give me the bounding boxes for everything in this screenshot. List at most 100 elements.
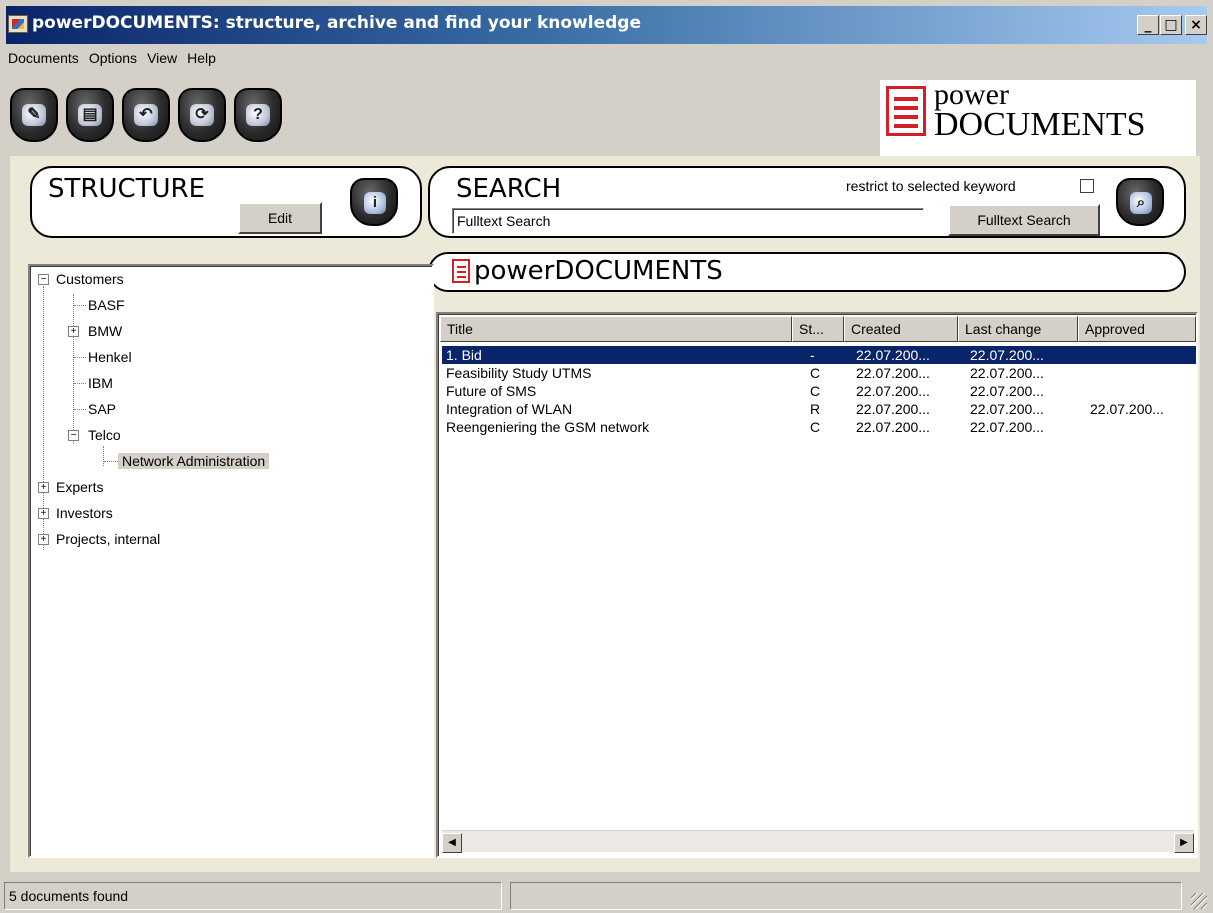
tree-node-experts[interactable]: + Experts [36, 474, 103, 500]
expand-icon[interactable]: + [38, 534, 49, 545]
search-icon: ⌕ [1130, 192, 1152, 214]
cell-status: C [810, 419, 821, 435]
toolbar: ✎ ▤ ↶ ⟳ ? [10, 88, 282, 142]
maximize-button[interactable]: □ [1160, 15, 1182, 35]
menu-options[interactable]: Options [87, 48, 145, 70]
table-row[interactable]: Feasibility Study UTMS C 22.07.200... 22… [442, 364, 1196, 382]
collapse-icon[interactable]: − [68, 430, 79, 441]
cell-title: Integration of WLAN [446, 401, 573, 417]
menu-documents[interactable]: Documents [6, 48, 87, 70]
cell-title: Future of SMS [446, 383, 537, 399]
column-header-status[interactable]: St... [792, 316, 844, 342]
help-icon: ? [246, 104, 270, 126]
column-header-approved[interactable]: Approved [1078, 316, 1196, 342]
search-go-button[interactable]: ⌕ [1116, 178, 1164, 226]
tree-label-experts: Experts [56, 479, 104, 495]
tree-label-projects-internal: Projects, internal [56, 531, 161, 547]
tree-node-projects-internal[interactable]: + Projects, internal [36, 526, 160, 552]
scroll-left-icon[interactable]: ◀ [442, 833, 462, 853]
tree-node-henkel[interactable]: Henkel [88, 344, 132, 370]
structure-tree[interactable]: − Customers BASF + BMW Henkel IBM SAP − … [28, 264, 434, 858]
menu-bar: Documents Options View Help [6, 48, 224, 70]
main-area: STRUCTURE Edit i SEARCH restrict to sele… [10, 156, 1200, 872]
fulltext-search-button[interactable]: Fulltext Search [948, 204, 1100, 236]
table-row[interactable]: 1. Bid - 22.07.200... 22.07.200... [441, 345, 1196, 365]
expand-icon[interactable]: + [38, 482, 49, 493]
refresh-button[interactable]: ⟳ [178, 88, 226, 142]
table-row[interactable]: Future of SMS C 22.07.200... 22.07.200..… [442, 382, 1196, 400]
table-row[interactable]: Integration of WLAN R 22.07.200... 22.07… [442, 400, 1196, 418]
folder-banner-label: powerDOCUMENTS [474, 256, 723, 286]
cell-created: 22.07.200... [856, 419, 930, 435]
expand-icon[interactable]: + [68, 326, 79, 337]
tree-node-ibm[interactable]: IBM [88, 370, 113, 396]
back-button[interactable]: ↶ [122, 88, 170, 142]
help-button[interactable]: ? [234, 88, 282, 142]
info-button[interactable]: i [350, 178, 398, 226]
back-icon: ↶ [134, 104, 158, 126]
cell-created: 22.07.200... [856, 365, 930, 381]
cell-title: Reengeniering the GSM network [446, 419, 650, 435]
restrict-checkbox[interactable] [1080, 179, 1094, 193]
app-icon[interactable] [8, 15, 28, 33]
cell-created: 22.07.200... [856, 383, 930, 399]
minimize-button[interactable]: _ [1137, 15, 1159, 35]
structure-title: STRUCTURE [48, 174, 206, 204]
document-list[interactable]: Title St... Created Last change Approved… [436, 312, 1198, 858]
cell-last-change: 22.07.200... [970, 401, 1044, 417]
resize-grip-icon[interactable] [1191, 893, 1207, 909]
document-button[interactable]: ▤ [66, 88, 114, 142]
tree-label-telco: Telco [88, 427, 121, 443]
write-button[interactable]: ✎ [10, 88, 58, 142]
tree-label-bmw: BMW [88, 323, 123, 339]
cell-last-change: 22.07.200... [970, 365, 1044, 381]
title-bar: powerDOCUMENTS: structure, archive and f… [0, 0, 1213, 44]
cell-status: R [810, 401, 821, 417]
menu-view[interactable]: View [145, 48, 185, 70]
tree-label-network-administration: Network Administration [118, 453, 270, 469]
tree-node-basf[interactable]: BASF [88, 292, 125, 318]
tree-node-customers[interactable]: − Customers [36, 266, 124, 292]
tree-label-investors: Investors [56, 505, 113, 521]
table-row[interactable]: Reengeniering the GSM network C 22.07.20… [442, 418, 1196, 436]
logo-document-icon [886, 86, 926, 136]
column-header-title[interactable]: Title [440, 316, 792, 342]
tree-node-investors[interactable]: + Investors [36, 500, 113, 526]
cell-status: - [810, 347, 815, 363]
tree-node-sap[interactable]: SAP [88, 396, 116, 422]
expand-icon[interactable]: + [38, 508, 49, 519]
tree-label-customers: Customers [56, 271, 124, 287]
scroll-right-icon[interactable]: ▶ [1174, 833, 1194, 853]
document-icon: ▤ [78, 104, 102, 126]
status-documents-found: 5 documents found [4, 882, 502, 910]
collapse-icon[interactable]: − [38, 274, 49, 285]
cell-approved: 22.07.200... [1090, 401, 1164, 417]
cell-created: 22.07.200... [856, 401, 930, 417]
cell-title: Feasibility Study UTMS [446, 365, 592, 381]
tree-node-telco[interactable]: − Telco [66, 422, 121, 448]
cell-last-change: 22.07.200... [970, 383, 1044, 399]
edit-button[interactable]: Edit [238, 202, 322, 234]
logo-text-documents: DOCUMENTS [934, 106, 1146, 143]
horizontal-scrollbar[interactable]: ◀ ▶ [442, 830, 1194, 853]
tree-node-network-administration[interactable]: Network Administration [118, 448, 270, 474]
cell-created: 22.07.200... [856, 347, 930, 363]
menu-help[interactable]: Help [185, 48, 224, 70]
search-input[interactable]: Fulltext Search [452, 208, 924, 234]
window-title: powerDOCUMENTS: structure, archive and f… [32, 13, 641, 33]
cell-title: 1. Bid [446, 347, 482, 363]
write-icon: ✎ [22, 104, 46, 126]
tree-node-bmw[interactable]: + BMW [66, 318, 122, 344]
status-panel-right [510, 882, 1182, 910]
cell-last-change: 22.07.200... [970, 419, 1044, 435]
cell-last-change: 22.07.200... [970, 347, 1044, 363]
status-bar: 5 documents found [0, 878, 1213, 913]
folder-document-icon [452, 259, 470, 283]
close-button[interactable]: × [1185, 15, 1207, 35]
column-header-created[interactable]: Created [844, 316, 958, 342]
folder-banner: powerDOCUMENTS [428, 252, 1186, 292]
column-header-last-change[interactable]: Last change [958, 316, 1078, 342]
info-icon: i [364, 192, 386, 214]
logo: power DOCUMENTS [880, 78, 1196, 158]
restrict-label: restrict to selected keyword [846, 178, 1016, 194]
